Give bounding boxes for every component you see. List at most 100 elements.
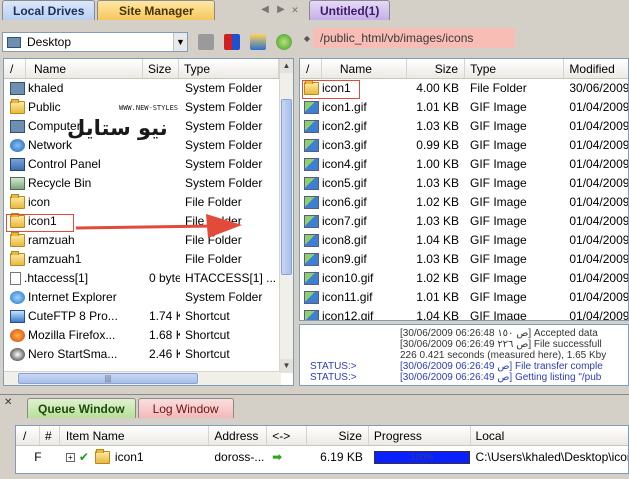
col-name[interactable]: Name [26,59,143,78]
tab-untitled[interactable]: Untitled(1) [309,0,391,20]
table-row[interactable]: icon File Folder [4,193,293,212]
row-name: icon3.gif [322,138,367,152]
col-type[interactable]: Type [465,59,565,78]
col-size[interactable]: Size [143,59,179,78]
col-name[interactable]: Name [322,59,408,78]
checkmark-icon: ✔ [78,450,89,464]
col-sel[interactable]: / [300,59,322,78]
col-sel[interactable]: / [4,59,26,78]
table-row[interactable]: icon1.gif 1.01 KB GIF Image 01/04/2009 [300,98,628,117]
row-type: GIF Image [470,119,527,133]
table-row[interactable]: Nero StartSma... 2.46 KB Shortcut [4,345,293,364]
firefox-icon [10,329,25,342]
row-name: icon10.gif [322,271,374,285]
desktop-icon [7,36,21,48]
row-type: Shortcut [185,328,230,342]
file-icon [10,272,21,285]
row-name-cell: khaled [4,79,144,98]
col-type[interactable]: Type [179,59,279,78]
path-nav-icon[interactable]: ◆ [300,32,314,46]
local-hscroll-thumb[interactable]: ||| [18,373,198,384]
col-sel[interactable]: / [16,426,40,445]
table-row[interactable]: icon11.gif 1.01 KB GIF Image 01/04/2009 [300,288,628,307]
row-name: icon [28,195,51,209]
go-up-icon[interactable] [198,34,214,50]
remote-path[interactable]: /public_html/vb/images/icons [313,28,515,48]
table-row[interactable]: Mozilla Firefox... 1.68 KB Shortcut [4,326,293,345]
row-name: Recycle Bin [28,176,92,190]
tab-next-icon[interactable]: ▶ [274,3,288,17]
scroll-up-icon[interactable]: ▲ [280,59,293,73]
col-item-name[interactable]: Item Name [60,426,210,445]
watermark-arabic: نيو ستايل [67,116,169,140]
queue-row-address: doross-... [214,450,265,464]
log-lines: [30/06/2009 06:26:48 ص ١٥٠] Accepted dat… [300,325,628,383]
row-name-cell: icon7.gif [300,212,407,231]
row-name-cell: icon11.gif [300,288,407,307]
row-type: GIF Image [470,309,527,321]
expand-plus-icon[interactable]: + [65,452,75,462]
col-number[interactable]: # [40,426,60,445]
bookmark-icon[interactable] [224,34,240,50]
row-modified: 01/04/2009 [569,271,628,285]
row-type: System Folder [185,176,263,190]
refresh-icon[interactable] [276,34,292,50]
table-row[interactable]: ramzuah1 File Folder [4,250,293,269]
row-type: GIF Image [470,271,527,285]
row-name: icon8.gif [322,233,367,247]
table-row[interactable]: icon8.gif 1.04 KB GIF Image 01/04/2009 [300,231,628,250]
row-name: icon1.gif [322,100,367,114]
tab-site-manager[interactable]: Site Manager [97,0,216,20]
cuteftp-icon [10,310,25,323]
gif-image-icon [304,120,319,133]
table-row[interactable]: .htaccess[1] 0 bytes HTACCESS[1] ... [4,269,293,288]
local-header: / Name Size Type [4,59,293,79]
table-row[interactable]: icon7.gif 1.03 KB GIF Image 01/04/2009 [300,212,628,231]
col-address[interactable]: Address [209,426,268,445]
tab-log-window[interactable]: Log Window [137,398,234,418]
tab-queue-window[interactable]: Queue Window [27,398,136,418]
local-vscroll-thumb[interactable] [281,99,292,275]
queue-close-icon[interactable]: ✕ [4,397,12,408]
col-size[interactable]: Size [307,426,369,445]
col-modified[interactable]: Modified [564,59,628,78]
table-row[interactable]: CuteFTP 8 Pro... 1.74 KB Shortcut [4,307,293,326]
row-size: 1.03 KB [416,252,459,266]
table-row[interactable]: icon12.gif 1.04 KB GIF Image 01/04/2009 [300,307,628,321]
table-row[interactable]: Recycle Bin System Folder [4,174,293,193]
log-line: 226 0.421 seconds (measured here), 1.65 … [300,350,628,361]
row-modified: 01/04/2009 [569,252,628,266]
col-size[interactable]: Size [407,59,466,78]
tab-close-icon[interactable]: ✕ [288,3,302,17]
recycle-bin-icon [10,177,25,190]
table-row[interactable]: icon5.gif 1.03 KB GIF Image 01/04/2009 [300,174,628,193]
chevron-down-icon[interactable]: ▼ [173,33,187,51]
table-row[interactable]: icon9.gif 1.03 KB GIF Image 01/04/2009 [300,250,628,269]
row-name-cell: icon1.gif [300,98,407,117]
table-row[interactable]: icon2.gif 1.03 KB GIF Image 01/04/2009 [300,117,628,136]
tab-prev-icon[interactable]: ◀ [258,3,272,17]
table-row[interactable]: Control Panel System Folder [4,155,293,174]
row-type: GIF Image [470,176,527,190]
local-hscroll[interactable]: ||| [4,371,281,385]
scroll-down-icon[interactable]: ▼ [280,359,293,373]
row-size [144,250,180,269]
table-row[interactable]: khaled System Folder [4,79,293,98]
tab-local-drives[interactable]: Local Drives [2,0,96,20]
gif-image-icon [304,272,319,285]
local-location-combo[interactable]: Desktop ▼ [2,32,188,52]
row-modified: 01/04/2009 [569,309,628,321]
col-progress[interactable]: Progress [369,426,471,445]
col-local[interactable]: Local [471,426,628,445]
local-vscroll[interactable]: ▲ ▼ [279,59,293,373]
table-row[interactable]: icon3.gif 0.99 KB GIF Image 01/04/2009 [300,136,628,155]
folder-icon [94,448,110,464]
table-row[interactable]: icon10.gif 1.02 KB GIF Image 01/04/2009 [300,269,628,288]
table-row[interactable]: Internet Explorer System Folder [4,288,293,307]
table-row[interactable]: icon4.gif 1.00 KB GIF Image 01/04/2009 [300,155,628,174]
row-modified: 01/04/2009 [569,214,628,228]
new-folder-icon[interactable] [250,34,266,50]
table-row[interactable]: icon6.gif 1.02 KB GIF Image 01/04/2009 [300,193,628,212]
col-direction[interactable]: <-> [267,426,308,445]
queue-row[interactable]: F + ✔ icon1 doross-... ➡ 6.19 KB 100% C:… [16,446,628,468]
